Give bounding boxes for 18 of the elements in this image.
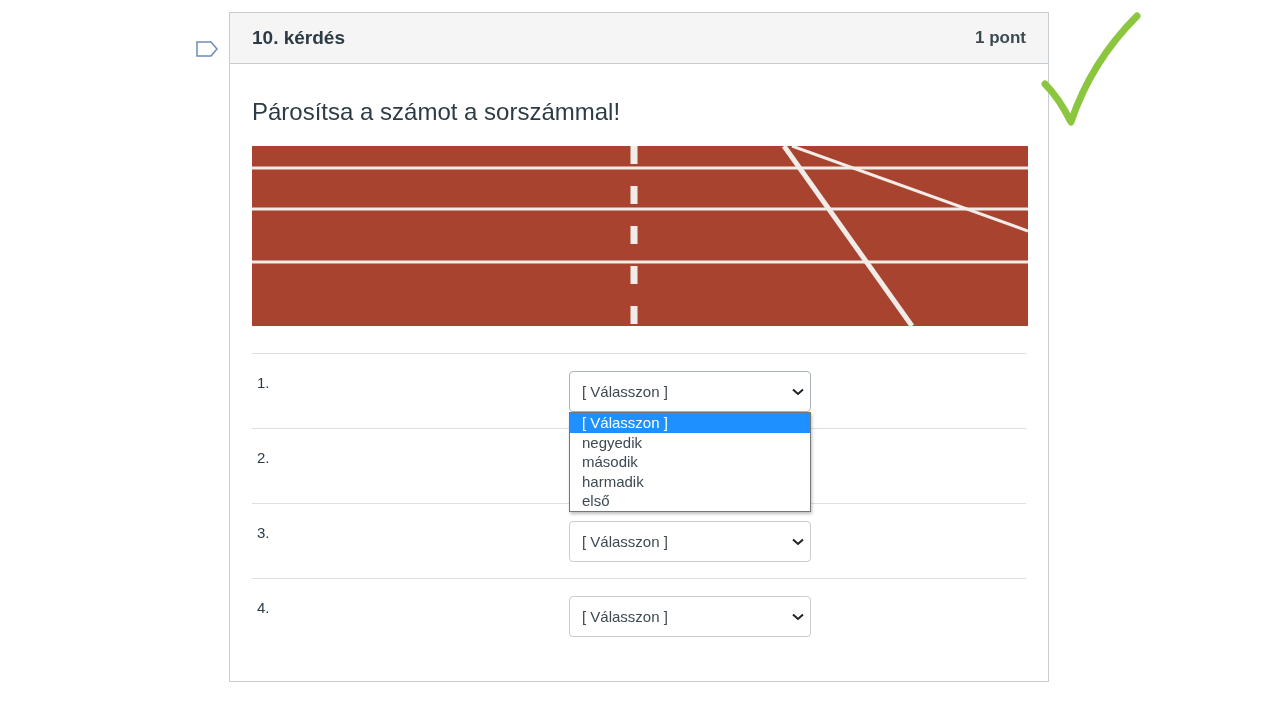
- item-number: 1.: [256, 373, 271, 393]
- dropdown-option[interactable]: második: [570, 452, 810, 472]
- answer-dropdown[interactable]: [ Válasszon ]: [569, 596, 811, 637]
- dropdown-option[interactable]: harmadik: [570, 471, 810, 492]
- question-text: Párosítsa a számot a sorszámmal!: [252, 98, 622, 126]
- chevron-down-icon: [792, 612, 804, 621]
- item-number: 3.: [256, 523, 271, 543]
- question-title: 10. kérdés: [252, 27, 345, 49]
- answer-dropdown[interactable]: [ Válasszon ]: [569, 521, 811, 562]
- dropdown-option[interactable]: első: [570, 491, 810, 511]
- chevron-down-icon: [792, 537, 804, 546]
- dropdown-option[interactable]: negyedik: [570, 432, 810, 453]
- item-number: 2.: [256, 448, 271, 468]
- chevron-down-icon: [792, 387, 804, 396]
- question-points: 1 pont: [975, 28, 1026, 48]
- answer-dropdown[interactable]: [ Válasszon ]: [569, 371, 811, 412]
- item-number: 4.: [256, 598, 271, 618]
- flag-icon[interactable]: [196, 41, 218, 57]
